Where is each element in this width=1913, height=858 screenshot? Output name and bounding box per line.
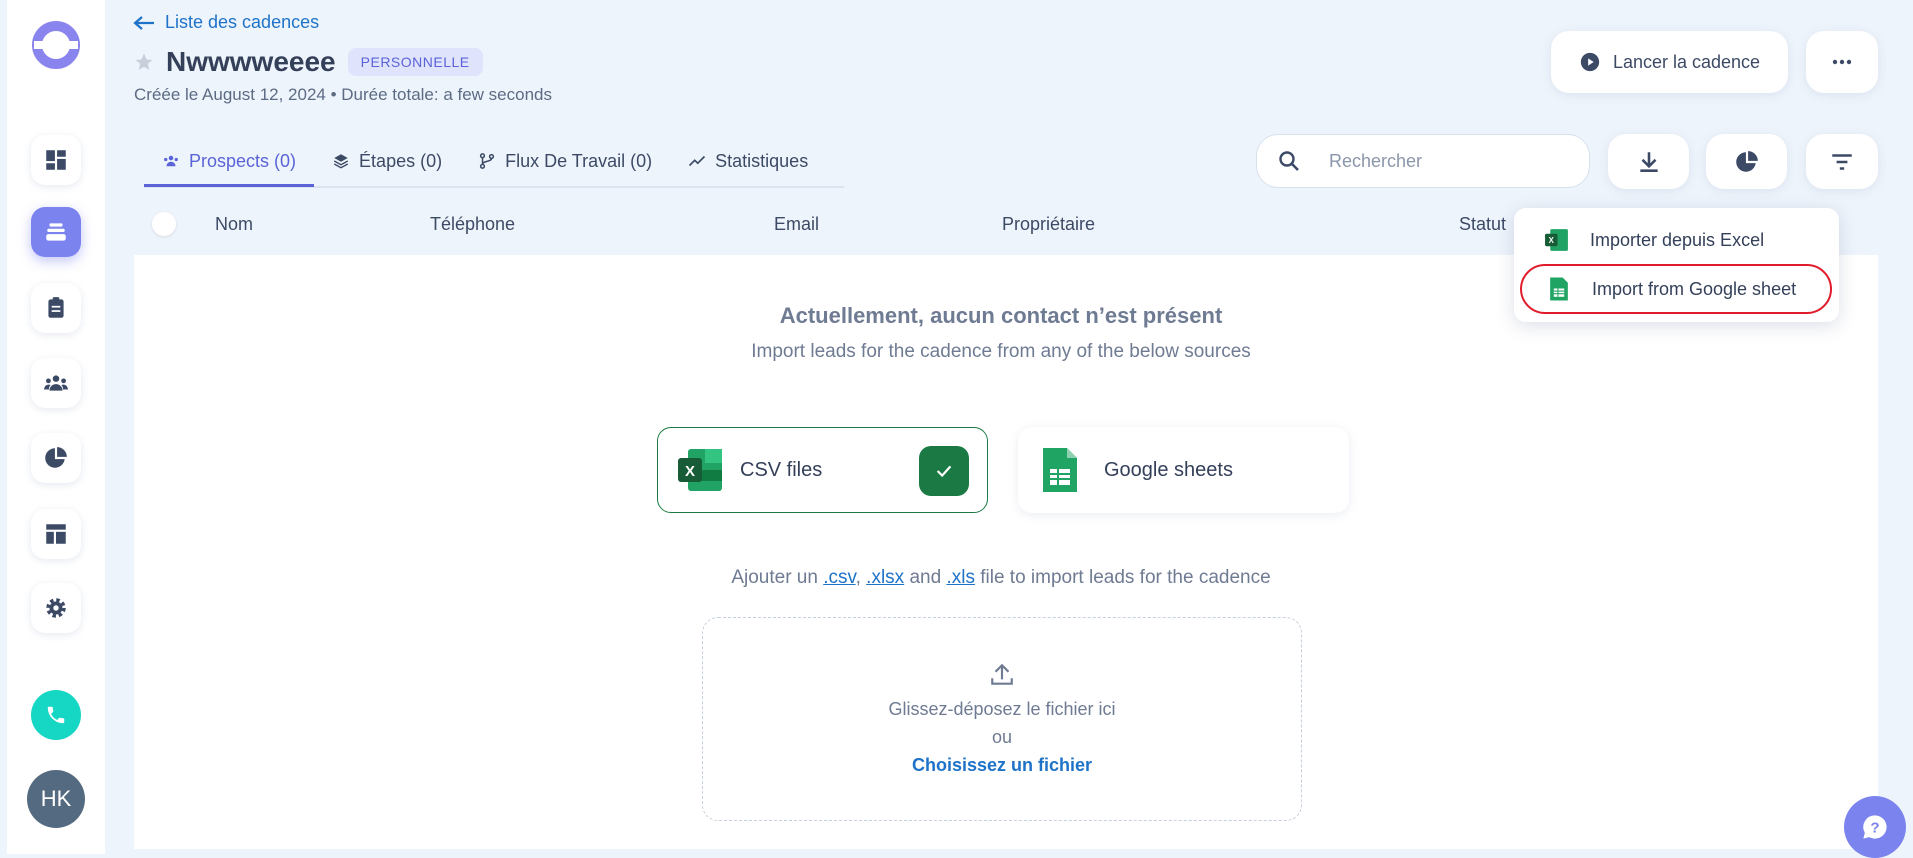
type-badge: PERSONNELLE [347, 48, 483, 76]
tab-steps[interactable]: Étapes (0) [314, 138, 460, 184]
google-sheets-icon [1550, 277, 1568, 301]
statistics-button[interactable] [1706, 134, 1787, 189]
more-horizontal-icon [1832, 59, 1852, 65]
tab-label: Statistiques [715, 150, 809, 171]
stack-icon [46, 223, 66, 241]
templates-nav-button[interactable] [31, 509, 81, 559]
tab-workflow[interactable]: Flux De Travail (0) [460, 138, 670, 184]
play-circle-icon [1580, 52, 1600, 72]
more-options-button[interactable] [1806, 31, 1878, 93]
people-icon [44, 375, 68, 391]
launch-cadence-button[interactable]: Lancer la cadence [1551, 31, 1788, 93]
tab-bar: Prospects (0) Étapes (0) Flux De Travail… [144, 138, 844, 188]
back-link-label: Liste des cadences [165, 12, 320, 32]
xls-format-link[interactable]: .xls [946, 567, 975, 588]
tab-label: Prospects (0) [189, 150, 297, 171]
pie-chart-icon [45, 447, 67, 468]
hint-prefix: Ajouter un [731, 567, 818, 588]
app-logo[interactable] [31, 20, 81, 70]
excel-icon: X [678, 449, 722, 491]
csv-source-option[interactable]: X CSV files [657, 427, 988, 513]
choose-file-link[interactable]: Choisissez un fichier [703, 753, 1301, 777]
launch-cadence-label: Lancer la cadence [1612, 51, 1761, 72]
dashboard-icon [46, 150, 66, 170]
cadence-meta: Créée le August 12, 2024 • Durée totale:… [134, 85, 552, 104]
arrow-left-icon [133, 15, 154, 30]
tab-statistics[interactable]: Statistiques [670, 138, 826, 184]
search-input[interactable] [1327, 149, 1571, 173]
search-box [1256, 134, 1590, 188]
file-drop-zone[interactable]: Glissez-déposez le fichier ici ou Choisi… [702, 617, 1302, 821]
layers-icon [333, 154, 349, 169]
csv-format-link[interactable]: .csv [823, 567, 855, 588]
branch-icon [479, 153, 495, 169]
people-icon [164, 155, 178, 167]
svg-text:?: ? [1870, 819, 1879, 836]
csv-source-label: CSV files [740, 458, 823, 481]
upload-icon [991, 663, 1013, 685]
statistics-nav-button[interactable] [31, 433, 81, 483]
select-all-checkbox[interactable] [152, 212, 176, 236]
empty-state-subtitle: Import leads for the cadence from any of… [751, 341, 1251, 362]
user-avatar[interactable]: HK [27, 770, 85, 828]
gear-icon [46, 598, 66, 618]
download-icon [1639, 151, 1658, 172]
help-button[interactable]: ? [1844, 796, 1906, 858]
cadences-nav-button[interactable] [31, 207, 81, 257]
selected-check [919, 446, 969, 496]
google-sheets-source-label: Google sheets [1104, 458, 1233, 481]
column-header-owner[interactable]: Propriétaire [1002, 214, 1095, 235]
download-button[interactable] [1608, 134, 1689, 189]
hint-and: and [909, 567, 942, 588]
column-header-email[interactable]: Email [774, 214, 819, 235]
excel-icon: X [1545, 229, 1568, 251]
sidebar: HK [7, 0, 105, 854]
import-from-google-sheet-item[interactable]: Import from Google sheet [1520, 264, 1832, 314]
tab-label: Étapes (0) [359, 150, 443, 171]
empty-state-card: Actuellement, aucun contact n’est présen… [134, 255, 1878, 849]
menu-item-label: Import from Google sheet [1592, 278, 1797, 299]
google-sheets-source-option[interactable]: Google sheets [1018, 427, 1349, 513]
people-nav-button[interactable] [31, 358, 81, 408]
column-header-status[interactable]: Statut [1459, 214, 1506, 235]
layout-icon [46, 524, 66, 544]
import-dropdown-menu: X Importer depuis Excel Import from Goog… [1514, 208, 1839, 322]
svg-text:X: X [685, 463, 695, 480]
clipboard-icon [48, 297, 64, 318]
call-button[interactable] [31, 690, 81, 740]
phone-icon [47, 706, 65, 724]
tab-label: Flux De Travail (0) [505, 150, 653, 171]
search-icon [1279, 151, 1299, 171]
pie-chart-icon [1735, 150, 1758, 172]
xlsx-format-link[interactable]: .xlsx [866, 567, 904, 588]
filter-button[interactable] [1806, 134, 1878, 189]
help-icon: ? [1863, 815, 1887, 839]
supported-formats-hint: Ajouter un .csv, .xlsx and .xls file to … [731, 567, 1271, 588]
tab-prospects[interactable]: Prospects (0) [144, 138, 315, 187]
svg-text:X: X [1549, 236, 1555, 245]
title-row: Nwwwweeee PERSONNELLE [134, 46, 483, 78]
column-header-phone[interactable]: Téléphone [430, 214, 515, 235]
dashboard-nav-button[interactable] [31, 135, 81, 185]
settings-nav-button[interactable] [31, 583, 81, 633]
star-icon[interactable] [134, 52, 154, 72]
import-from-excel-item[interactable]: X Importer depuis Excel [1520, 215, 1832, 265]
column-header-name[interactable]: Nom [215, 214, 253, 235]
menu-item-label: Importer depuis Excel [1590, 229, 1765, 250]
drop-or: ou [991, 727, 1013, 747]
back-to-cadences-link[interactable]: Liste des cadences [133, 12, 319, 33]
drop-instructions: Glissez-déposez le fichier ici [888, 699, 1116, 719]
page-title: Nwwwweeee [166, 46, 336, 77]
check-icon [936, 465, 952, 478]
filter-icon [1832, 153, 1852, 170]
trend-icon [689, 155, 706, 167]
hint-suffix: file to import leads for the cadence [980, 567, 1271, 588]
google-sheets-icon [1043, 448, 1077, 492]
tasks-nav-button[interactable] [31, 283, 81, 333]
